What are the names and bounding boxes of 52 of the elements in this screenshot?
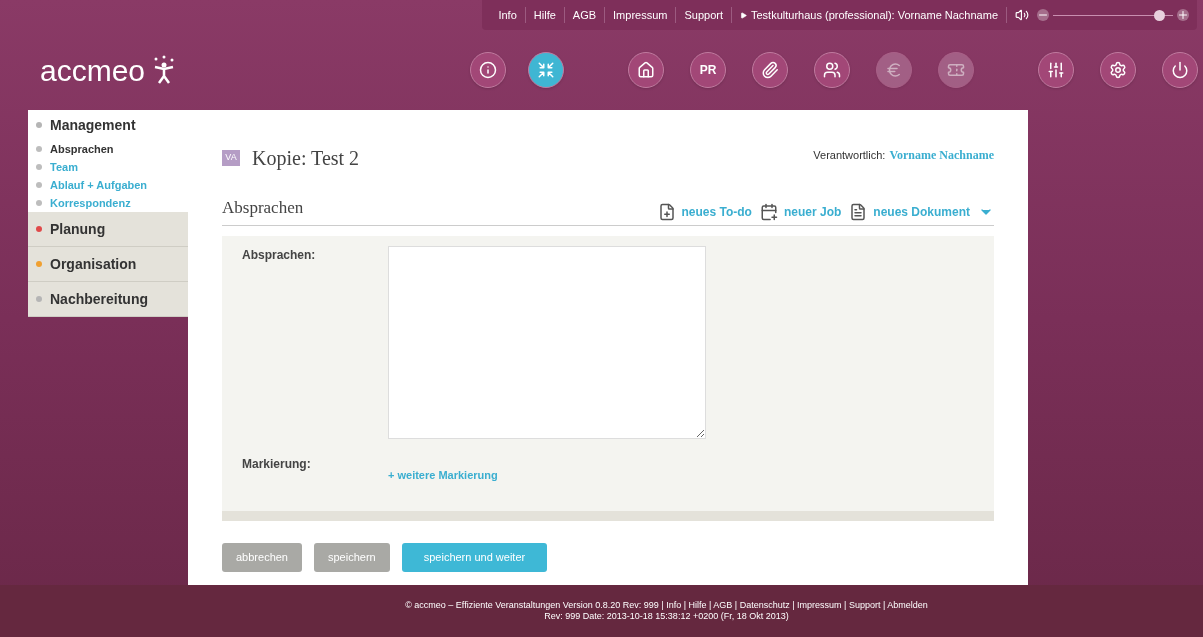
section-title: Absprachen (222, 197, 304, 219)
paperclip-icon (761, 61, 779, 79)
todo-icon (657, 202, 676, 221)
settings-icon (1109, 61, 1127, 79)
field-label: Absprachen: (242, 246, 317, 264)
top-link[interactable]: Impressum (605, 6, 677, 24)
tickets-icon (947, 61, 965, 79)
minus-icon (1037, 9, 1049, 21)
section-label: Planung (50, 219, 106, 239)
section-label: Management (50, 115, 136, 135)
speaker-icon (1015, 8, 1029, 22)
logo-text: accmeo (40, 52, 146, 89)
volume-thumb[interactable] (1153, 9, 1165, 21)
account-label: Testkulturhaus (professional): Vorname Nachname (751, 6, 1007, 24)
plus-icon (1177, 9, 1189, 21)
juggler-logo-icon (153, 55, 176, 85)
home-icon (637, 61, 655, 79)
play-icon (740, 11, 747, 19)
top-link[interactable]: Info (490, 6, 526, 24)
euro-icon (885, 61, 903, 79)
toolbar-button[interactable] (1100, 52, 1136, 88)
top-link[interactable]: Support (676, 6, 732, 24)
power-icon (1171, 61, 1189, 79)
responsible-label: Verantwortlich: (813, 147, 886, 163)
footer-text: © accmeo – Effiziente Veranstaltungen Version 0.8.20 Rev: 999 | Info | Hilfe | AGB | Datenschutz | Impressum | Support | Abmelden (405, 600, 928, 611)
sidebar-section[interactable]: Management (28, 110, 188, 140)
sidebar-section[interactable]: Organisation (28, 247, 188, 282)
top-link[interactable]: AGB (564, 6, 606, 24)
sliders-icon (1047, 61, 1065, 79)
volume-slider[interactable] (1053, 9, 1173, 21)
field-label: Markierung: (242, 455, 312, 473)
info-icon (479, 61, 497, 79)
section-label: Organisation (50, 254, 137, 274)
toolbar-button[interactable] (528, 52, 564, 88)
section-label: Nachbereitung (50, 289, 148, 309)
toolbar-button[interactable] (470, 52, 506, 88)
page-title: Kopie: Test 2 (252, 146, 360, 172)
calendar-icon (759, 202, 778, 221)
sidebar-section[interactable]: Planung (28, 212, 188, 247)
toolbar-button[interactable] (1162, 52, 1198, 88)
footer-text: Rev: 999 Date: 2013-10-18 15:38:12 +0200 (Fr, 18 Okt 2013) (544, 611, 789, 622)
toolbar-button[interactable] (814, 52, 850, 88)
toolbar-button[interactable] (628, 52, 664, 88)
toolbar-button[interactable]: PR (690, 52, 726, 88)
sidebar-section[interactable]: Nachbereitung (28, 282, 188, 317)
people-icon (823, 61, 841, 79)
arrows-inward-icon (537, 61, 555, 79)
top-link[interactable]: Hilfe (525, 6, 565, 24)
type-badge: VA (222, 150, 240, 166)
document-icon (849, 202, 868, 221)
toolbar-button[interactable] (752, 52, 788, 88)
toolbar-button[interactable] (1038, 52, 1074, 88)
